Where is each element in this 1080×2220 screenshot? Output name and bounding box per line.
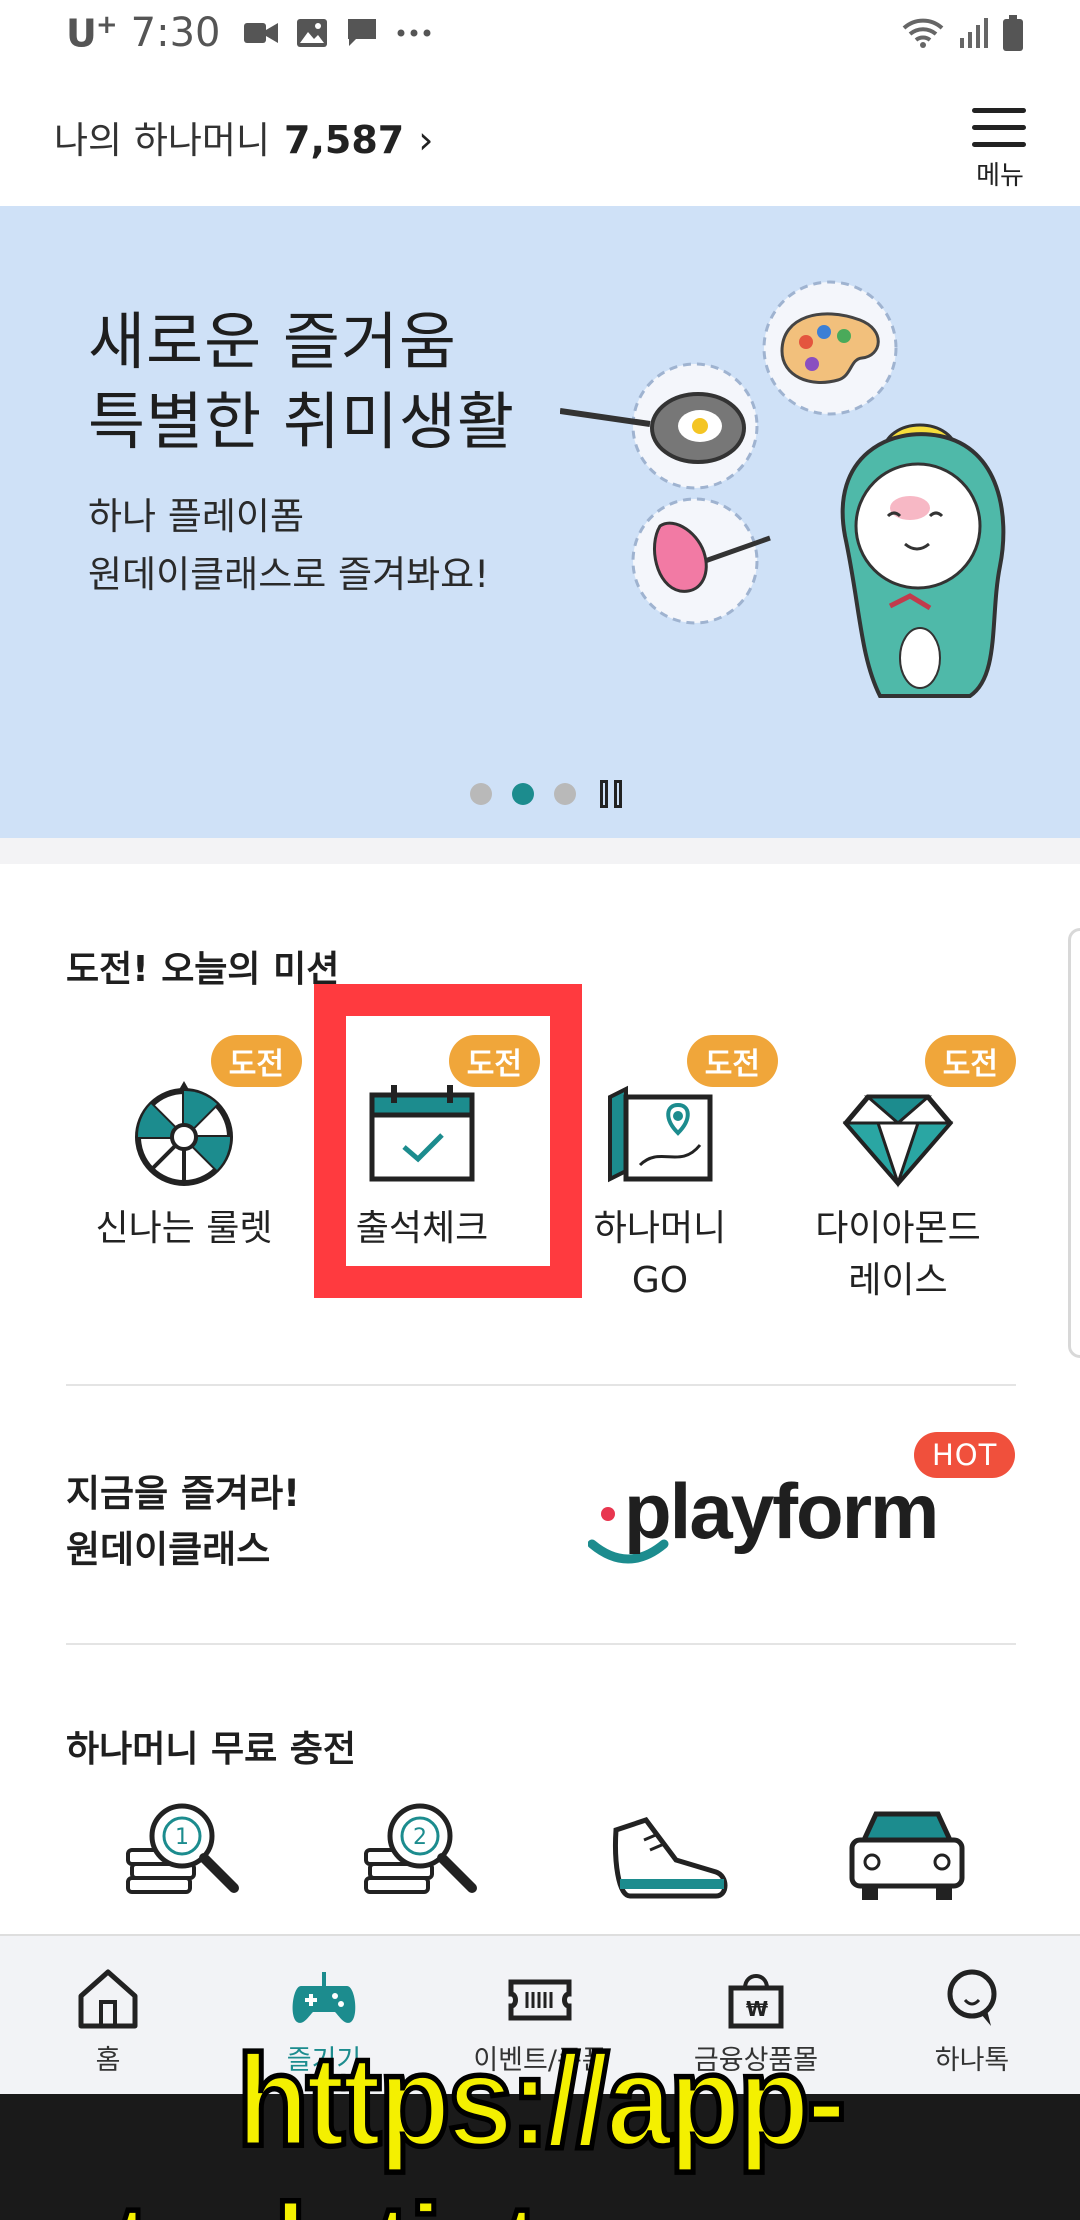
wifi-icon [902,18,944,48]
divider [66,1643,1016,1645]
more-icon [397,29,431,37]
car-icon[interactable] [842,1800,972,1920]
coin-search-2-icon[interactable]: 2 [360,1800,490,1920]
pager-dot[interactable] [554,783,576,805]
mission-roulette[interactable]: 도전 신나는 룰렛 [66,1015,302,1315]
hamburger-icon [972,108,1028,147]
carrier-label: U+ [66,10,118,56]
banner-pager [470,780,626,808]
pager-dot-active[interactable] [512,783,534,805]
sneaker-icon[interactable] [606,1800,736,1920]
image-icon [297,19,328,47]
chat-bubble-icon [947,1969,997,2026]
screen: U+ 7:30 나의 하나머니 7,587 › 메뉴 새로운 즐거움 특별한 취… [0,0,1080,2220]
playform-logo-text: playform [624,1467,937,1555]
svg-text:2: 2 [413,1825,427,1850]
charge-icons-row: 1 2 [66,1800,1016,1930]
money-label: 나의 하나머니 [54,119,271,162]
home-icon [78,1969,138,2029]
menu-button[interactable]: 메뉴 [972,108,1028,192]
menu-label: 메뉴 [976,161,1024,191]
battery-icon [1003,15,1023,51]
shopping-bag-icon: ₩ [728,1974,784,2029]
side-panel-handle[interactable] [1068,928,1080,1358]
roulette-icon [135,1081,233,1186]
gamepad-icon [292,1972,356,2023]
status-bar: U+ 7:30 [0,0,1080,66]
mission-diamond-race[interactable]: 도전 다이아몬드 레이스 [780,1015,1016,1315]
highlight-annotation [314,984,582,1298]
hana-money-link[interactable]: 나의 하나머니 7,587 › [54,110,433,164]
svg-text:1: 1 [175,1825,189,1850]
mission-label: 다이아몬드 레이스 [815,1208,981,1301]
watermark-url: https://app-tech.tistory.com [110,2026,973,2220]
playform-logo[interactable]: playform [588,1462,968,1572]
chevron-right-icon: › [418,118,434,162]
pager-dot[interactable] [470,783,492,805]
banner-title: 새로운 즐거움 특별한 취미생활 [88,305,515,458]
pause-icon[interactable] [600,780,626,808]
video-icon [244,23,279,43]
section-gap [0,838,1080,864]
free-charge-title: 하나머니 무료 충전 [66,1729,357,1770]
hot-badge: HOT [914,1432,1016,1478]
playform-promo-text[interactable]: 지금을 즐겨라! 원데이클래스 [66,1466,300,1578]
map-pin-icon [608,1085,713,1183]
money-amount: 7,587 [284,118,405,162]
status-time: 7:30 [130,10,221,56]
mission-label: 신나는 룰렛 [95,1208,273,1249]
coin-search-1-icon[interactable]: 1 [122,1800,252,1920]
missions-title: 도전! 오늘의 미션 [66,949,340,990]
coupon-icon [508,1979,572,2021]
mascot-hobby-illustration [560,280,1006,698]
chat-icon [348,19,377,46]
divider [66,1384,1016,1386]
signal-icon [960,18,988,48]
diamond-icon [842,1094,954,1188]
banner-subtitle: 하나 플레이폼 원데이클래스로 즐겨봐요! [88,495,490,596]
promo-banner[interactable]: 새로운 즐거움 특별한 취미생활 하나 플레이폼 원데이클래스로 즐겨봐요! [0,206,1080,838]
svg-text:₩: ₩ [746,1997,768,2021]
app-header: 나의 하나머니 7,587 › 메뉴 [0,66,1080,206]
